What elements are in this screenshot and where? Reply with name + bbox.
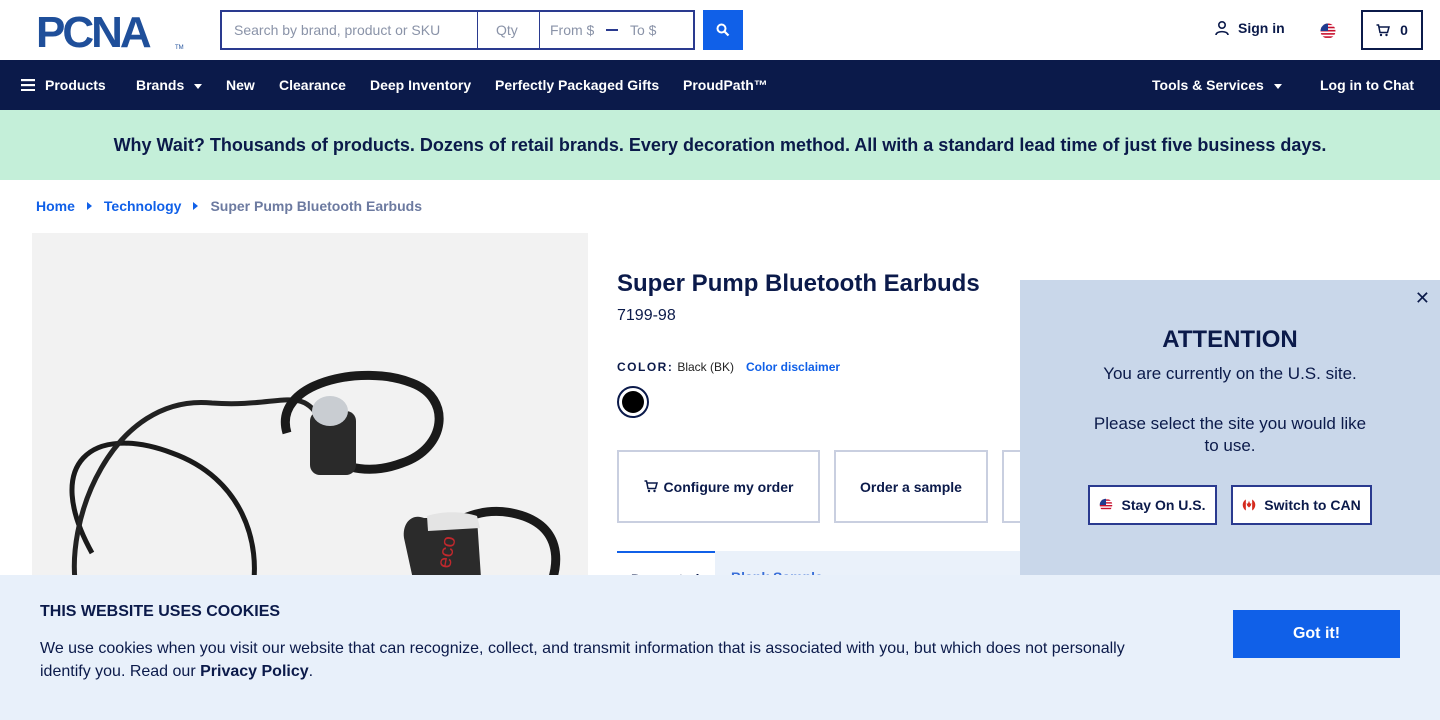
promo-banner-text: Why Wait? Thousands of products. Dozens … (113, 134, 1327, 155)
nav-brands[interactable]: Brands (136, 60, 203, 110)
product-title: Super Pump Bluetooth Earbuds (617, 270, 980, 297)
stay-us-button[interactable]: Stay On U.S. (1088, 485, 1217, 525)
price-range (540, 10, 695, 50)
color-row: COLOR: Black (BK) Color disclaimer (617, 360, 840, 374)
range-dash (606, 29, 618, 31)
tab-blank-sample[interactable]: Blank Sample (717, 551, 837, 575)
cart-icon (644, 480, 658, 493)
breadcrumb-category[interactable]: Technology (104, 198, 182, 214)
nav-deep-inventory-label: Deep Inventory (370, 77, 472, 93)
main-nav: Products Brands New Clearance Deep Inven… (0, 60, 1440, 110)
search-icon (716, 23, 730, 37)
earbuds-image: eco (69, 370, 561, 593)
nav-products-label: Products (45, 77, 106, 93)
modal-heading: ATTENTION (1162, 326, 1298, 353)
hamburger-icon (21, 79, 35, 91)
product-sku: 7199-98 (617, 307, 676, 324)
modal-select-text: Please select the site you would like to… (1093, 414, 1367, 455)
nav-brands-label: Brands (136, 77, 185, 93)
switch-can-button[interactable]: Switch to CAN (1231, 485, 1372, 525)
site-header: PCNA TM Sign in (0, 0, 1440, 60)
user-icon (1215, 20, 1229, 36)
modal-current-site-text: You are currently on the U.S. site. (1103, 364, 1357, 383)
nav-chat-label: Log in to Chat (1320, 77, 1415, 93)
svg-text:PCNA: PCNA (36, 12, 151, 50)
promo-banner: Why Wait? Thousands of products. Dozens … (0, 110, 1440, 180)
nav-products[interactable]: Products (21, 60, 106, 110)
price-to-input[interactable] (620, 22, 684, 38)
nav-clearance[interactable]: Clearance (279, 60, 346, 110)
color-swatch-black[interactable] (617, 386, 649, 418)
chevron-right-icon (86, 202, 92, 210)
product-image[interactable]: eco (32, 233, 588, 593)
nav-tools-label: Tools & Services (1152, 77, 1264, 93)
close-icon[interactable]: ✕ (1415, 288, 1430, 309)
chevron-down-icon (1273, 83, 1282, 89)
order-sample-button[interactable]: Order a sample (834, 450, 988, 523)
us-flag-icon (1320, 23, 1336, 39)
stay-us-label: Stay On U.S. (1121, 497, 1206, 513)
sign-in-link[interactable]: Sign in (1214, 20, 1285, 36)
nav-proudpath-label: ProudPath™ (683, 77, 768, 93)
qty-input[interactable] (478, 10, 540, 50)
svg-text:TM: TM (175, 45, 184, 50)
nav-proudpath[interactable]: ProudPath™ (683, 60, 768, 110)
cookie-text: We use cookies when you visit our websit… (40, 637, 1140, 683)
tab-decorated[interactable]: Decorated (617, 551, 715, 575)
us-flag-icon (1100, 498, 1113, 512)
color-label: COLOR: (617, 360, 674, 374)
price-from-input[interactable] (540, 22, 604, 38)
color-disclaimer-link[interactable]: Color disclaimer (746, 360, 840, 374)
nav-tools-services[interactable]: Tools & Services (1152, 60, 1282, 110)
cart-button[interactable]: 0 (1361, 10, 1423, 50)
switch-can-label: Switch to CAN (1264, 497, 1361, 513)
cookie-accept-button[interactable]: Got it! (1233, 610, 1400, 658)
pcna-logo[interactable]: PCNA TM (36, 8, 184, 57)
search-bar (220, 10, 743, 50)
nav-chat[interactable]: Log in to Chat (1320, 60, 1414, 110)
order-sample-label: Order a sample (860, 478, 962, 495)
canada-flag-icon (1242, 498, 1256, 512)
color-value: Black (BK) (677, 360, 735, 374)
nav-deep-inventory[interactable]: Deep Inventory (370, 60, 471, 110)
country-selector[interactable] (1318, 21, 1340, 39)
nav-perfectly-packaged[interactable]: Perfectly Packaged Gifts (495, 60, 659, 110)
breadcrumb-home[interactable]: Home (36, 198, 75, 214)
sign-in-label: Sign in (1238, 20, 1285, 36)
configure-order-label: Configure my order (663, 478, 794, 495)
product-tabs: Decorated Blank Sample (617, 551, 1020, 575)
swatch-dot (622, 391, 644, 413)
breadcrumb: Home Technology Super Pump Bluetooth Ear… (36, 198, 422, 214)
configure-order-button[interactable]: Configure my order (617, 450, 820, 523)
chevron-down-icon (194, 83, 203, 89)
cart-count: 0 (1400, 22, 1408, 38)
cart-icon (1376, 23, 1391, 36)
nav-clearance-label: Clearance (279, 77, 346, 93)
chevron-right-icon (193, 202, 199, 210)
search-input[interactable] (220, 10, 478, 50)
cookie-period: . (308, 663, 314, 680)
nav-new[interactable]: New (226, 60, 255, 110)
cookie-heading: THIS WEBSITE USES COOKIES (40, 603, 281, 620)
nav-perfectly-packaged-label: Perfectly Packaged Gifts (495, 77, 660, 93)
breadcrumb-current: Super Pump Bluetooth Earbuds (210, 198, 423, 214)
site-select-modal: ✕ ATTENTION You are currently on the U.S… (1020, 280, 1440, 575)
nav-new-label: New (226, 77, 255, 93)
cookie-banner: THIS WEBSITE USES COOKIES We use cookies… (0, 575, 1440, 720)
privacy-policy-link[interactable]: Privacy Policy (200, 663, 309, 680)
search-button[interactable] (703, 10, 743, 50)
